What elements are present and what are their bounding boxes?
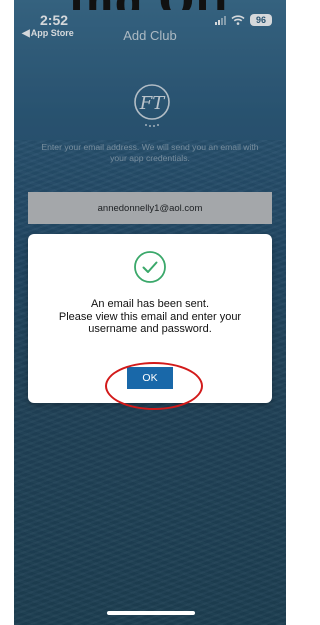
- page-title: Add Club: [123, 28, 177, 43]
- club-logo: FT: [134, 84, 170, 127]
- status-time: 2:52: [40, 12, 69, 28]
- instructions-text: Enter your email address. We will send y…: [41, 142, 259, 163]
- home-indicator: [107, 611, 195, 615]
- dialog-message-line: Please view this email and enter your: [58, 310, 242, 323]
- check-circle-icon: [134, 251, 166, 283]
- dialog-message: An email has been sent. Please view this…: [38, 298, 262, 336]
- logo-text: FT: [139, 93, 166, 114]
- cellular-signal-icon: [215, 15, 226, 25]
- annotation-circle: [105, 362, 203, 410]
- cropped-page-heading: ing Off: [0, 0, 300, 10]
- dialog-message-line: username and password.: [88, 323, 212, 335]
- status-icons: 96: [215, 14, 272, 26]
- dialog-message-line: An email has been sent.: [90, 298, 210, 310]
- email-field[interactable]: [28, 192, 272, 224]
- phone-screen: 2:52 ◀App Store 96 Add Club FT Enter you…: [14, 0, 286, 625]
- battery-indicator: 96: [250, 14, 272, 26]
- wifi-icon: [231, 15, 245, 25]
